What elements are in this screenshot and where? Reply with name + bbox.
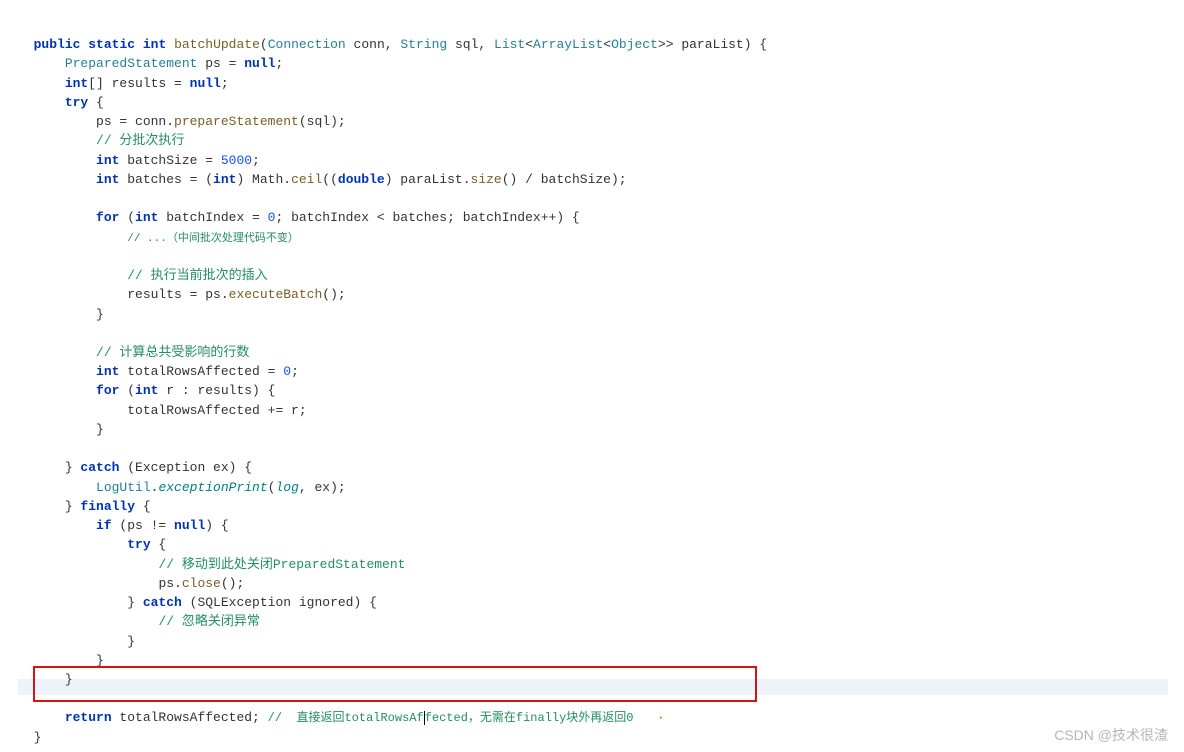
code-line: try { — [18, 95, 104, 110]
code-line: } — [18, 307, 104, 322]
code-line: // 分批次执行 — [18, 133, 184, 148]
code-line: // 执行当前批次的插入 — [18, 268, 268, 283]
code-line: } catch (SQLException ignored) { — [18, 595, 377, 610]
code-line: // 计算总共受影响的行数 — [18, 345, 249, 360]
code-line: ps = conn.prepareStatement(sql); — [18, 114, 346, 129]
code-line: results = ps.executeBatch(); — [18, 287, 346, 302]
code-line: LogUtil.exceptionPrint(log, ex); — [18, 480, 346, 495]
code-line: } finally { — [18, 499, 151, 514]
code-line: } catch (Exception ex) { — [18, 460, 252, 475]
code-line: if (ps != null) { — [18, 518, 229, 533]
code-line — [18, 441, 26, 456]
code-line: // 移动到此处关闭PreparedStatement — [18, 557, 405, 572]
code-line: } — [18, 653, 104, 668]
code-line: for (int batchIndex = 0; batchIndex < ba… — [18, 210, 580, 225]
code-line: int[] results = null; — [18, 76, 229, 91]
code-line: // ...（中间批次处理代码不变） — [18, 230, 299, 245]
code-line: int batches = (int) Math.ceil((double) p… — [18, 172, 627, 187]
code-line — [18, 691, 26, 706]
code-line: return totalRowsAffected; // 直接返回totalRo… — [18, 710, 665, 725]
code-line — [18, 326, 26, 341]
code-line: totalRowsAffected += r; — [18, 403, 307, 418]
code-line: int totalRowsAffected = 0; — [18, 364, 299, 379]
code-line: try { — [18, 537, 166, 552]
code-line — [18, 191, 26, 206]
code-line: } — [18, 422, 104, 437]
code-line: ps.close(); — [18, 576, 244, 591]
code-block: public static int batchUpdate(Connection… — [0, 0, 1184, 747]
code-line: public static int batchUpdate(Connection… — [18, 37, 767, 52]
code-line: } — [18, 672, 73, 687]
code-line: for (int r : results) { — [18, 383, 275, 398]
code-line — [18, 249, 26, 264]
code-line: PreparedStatement ps = null; — [18, 56, 283, 71]
code-line: int batchSize = 5000; — [18, 153, 260, 168]
code-line: } — [18, 730, 41, 745]
code-line: } — [18, 634, 135, 649]
code-line: // 忽略关闭异常 — [18, 614, 260, 629]
